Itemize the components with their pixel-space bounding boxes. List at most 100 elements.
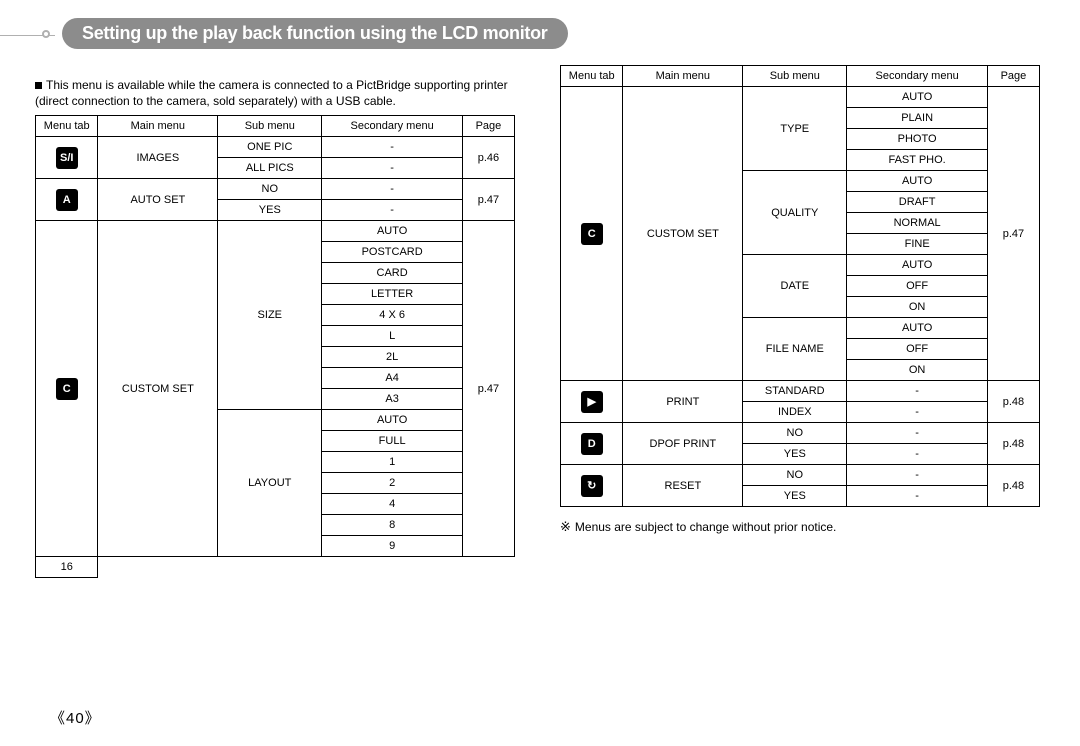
table-row: 16 [36, 557, 515, 578]
secondary-menu-cell: AUTO [322, 221, 463, 242]
col-menutab: Menu tab [561, 66, 623, 87]
sub-menu-cell: YES [743, 444, 847, 465]
secondary-menu-cell: AUTO [322, 410, 463, 431]
secondary-menu-cell: - [847, 423, 988, 444]
sub-menu-cell: NO [743, 465, 847, 486]
sub-menu-cell: STANDARD [743, 381, 847, 402]
menu-icon: C [56, 378, 78, 400]
secondary-menu-cell: - [322, 158, 463, 179]
secondary-menu-cell: L [322, 326, 463, 347]
sub-menu-cell: NO [743, 423, 847, 444]
intro-text: This menu is available while the camera … [35, 77, 520, 109]
menu-tab-cell: A [36, 179, 98, 221]
bullet-icon [35, 82, 42, 89]
table-header-row: Menu tab Main menu Sub menu Secondary me… [561, 66, 1040, 87]
main-menu-cell: IMAGES [98, 137, 218, 179]
col-page: Page [462, 116, 514, 137]
col-menutab: Menu tab [36, 116, 98, 137]
secondary-menu-cell: - [847, 444, 988, 465]
secondary-menu-cell: AUTO [847, 171, 988, 192]
sub-menu-cell: YES [743, 486, 847, 507]
title-bar: Setting up the play back function using … [30, 18, 1045, 49]
page-cell: p.48 [987, 423, 1039, 465]
menu-tab-cell: C [36, 221, 98, 557]
secondary-menu-cell: CARD [322, 263, 463, 284]
table-row: ↻RESETNO-p.48 [561, 465, 1040, 486]
table-row: S/IIMAGESONE PIC-p.46 [36, 137, 515, 158]
page-title: Setting up the play back function using … [62, 18, 568, 49]
page-cell: p.47 [462, 179, 514, 221]
right-table: Menu tab Main menu Sub menu Secondary me… [560, 65, 1040, 507]
col-page: Page [987, 66, 1039, 87]
secondary-menu-cell: OFF [847, 276, 988, 297]
secondary-menu-cell: ON [847, 297, 988, 318]
sub-menu-cell: INDEX [743, 402, 847, 423]
secondary-menu-cell: - [847, 465, 988, 486]
main-menu-cell: PRINT [623, 381, 743, 423]
page-cell: p.47 [987, 87, 1039, 381]
secondary-menu-cell: FULL [322, 431, 463, 452]
col-secmenu: Secondary menu [847, 66, 988, 87]
secondary-menu-cell: PLAIN [847, 108, 988, 129]
secondary-menu-cell: NORMAL [847, 213, 988, 234]
secondary-menu-cell: ON [847, 360, 988, 381]
menu-icon: ▶ [581, 391, 603, 413]
page-number: 《40》 [50, 707, 101, 728]
secondary-menu-cell: 2L [322, 347, 463, 368]
sub-menu-cell: NO [218, 179, 322, 200]
col-mainmenu: Main menu [623, 66, 743, 87]
secondary-menu-cell: - [847, 402, 988, 423]
sub-menu-cell: QUALITY [743, 171, 847, 255]
main-menu-cell: AUTO SET [98, 179, 218, 221]
secondary-menu-cell: POSTCARD [322, 242, 463, 263]
secondary-menu-cell: - [322, 137, 463, 158]
left-column: This menu is available while the camera … [35, 65, 520, 578]
col-secmenu: Secondary menu [322, 116, 463, 137]
menu-tab-cell: D [561, 423, 623, 465]
secondary-menu-cell: - [847, 486, 988, 507]
sub-menu-cell: ALL PICS [218, 158, 322, 179]
menu-icon: C [581, 223, 603, 245]
secondary-menu-cell: A3 [322, 389, 463, 410]
sub-menu-cell: TYPE [743, 87, 847, 171]
col-submenu: Sub menu [743, 66, 847, 87]
table-row: CCUSTOM SETSIZEAUTOp.47 [36, 221, 515, 242]
secondary-menu-cell: 4 X 6 [322, 305, 463, 326]
main-menu-cell: DPOF PRINT [623, 423, 743, 465]
left-table: Menu tab Main menu Sub menu Secondary me… [35, 115, 515, 578]
page-cell: p.48 [987, 381, 1039, 423]
secondary-menu-cell: AUTO [847, 318, 988, 339]
sub-menu-cell: ONE PIC [218, 137, 322, 158]
main-menu-cell: CUSTOM SET [623, 87, 743, 381]
secondary-menu-cell: - [322, 179, 463, 200]
main-menu-cell: RESET [623, 465, 743, 507]
sub-menu-cell: SIZE [218, 221, 322, 410]
right-column: Menu tab Main menu Sub menu Secondary me… [560, 65, 1045, 578]
main-menu-cell: CUSTOM SET [98, 221, 218, 557]
page-cell: p.46 [462, 137, 514, 179]
secondary-menu-cell: 2 [322, 473, 463, 494]
sub-menu-cell: FILE NAME [743, 318, 847, 381]
secondary-menu-cell: LETTER [322, 284, 463, 305]
col-mainmenu: Main menu [98, 116, 218, 137]
secondary-menu-cell: OFF [847, 339, 988, 360]
menu-tab-cell: S/I [36, 137, 98, 179]
secondary-menu-cell: - [847, 381, 988, 402]
table-header-row: Menu tab Main menu Sub menu Secondary me… [36, 116, 515, 137]
secondary-menu-cell: - [322, 200, 463, 221]
page-cell: p.47 [462, 221, 514, 557]
menu-tab-cell: C [561, 87, 623, 381]
reference-mark-icon: ※ [560, 519, 571, 534]
secondary-menu-cell: PHOTO [847, 129, 988, 150]
table-row: CCUSTOM SETTYPEAUTOp.47 [561, 87, 1040, 108]
secondary-menu-cell: FAST PHO. [847, 150, 988, 171]
secondary-menu-cell: 8 [322, 515, 463, 536]
menu-icon: D [581, 433, 603, 455]
table-row: AAUTO SETNO-p.47 [36, 179, 515, 200]
menu-tab-cell: ▶ [561, 381, 623, 423]
menu-icon: A [56, 189, 78, 211]
page-cell: p.48 [987, 465, 1039, 507]
footnote: ※Menus are subject to change without pri… [560, 519, 1045, 535]
secondary-menu-cell: DRAFT [847, 192, 988, 213]
secondary-menu-cell: AUTO [847, 255, 988, 276]
